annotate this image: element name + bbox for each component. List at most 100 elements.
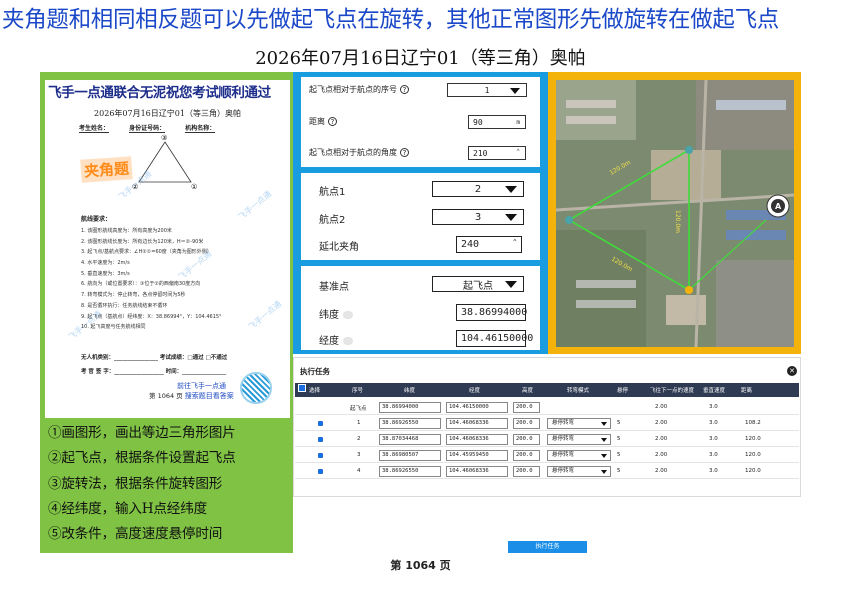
takeoff-angle-label: 起飞点相对于航点的角度?: [309, 147, 409, 158]
paper-subtitle: 2026年07月16日辽宁01（等三角）奥帕: [94, 109, 241, 118]
alt-cell[interactable]: 200.0: [513, 450, 540, 461]
takeoff-angle-input[interactable]: 210 ⌃: [468, 146, 526, 160]
lat-cell[interactable]: 38.86994000: [379, 402, 441, 413]
task-title: 执行任务: [300, 367, 330, 376]
longitude-input[interactable]: 104.46150000: [456, 330, 533, 347]
step-item: ②起飞点，根据条件设置起飞点: [48, 450, 236, 467]
waypoint1-label: 航点1: [319, 187, 346, 198]
step-item: ①画图形，画出等边三角形图片: [48, 425, 236, 441]
requirement-item: 5. 垂直速度为：3m/s: [81, 270, 130, 277]
watermark: 飞手一点通: [246, 299, 284, 332]
waypoint1-select[interactable]: 2: [432, 181, 524, 197]
chevron-down-icon: [505, 214, 517, 221]
document-title: 2026年07月16日辽宁01（等三角）奥帕: [255, 48, 586, 69]
lon-cell[interactable]: 104.45959450: [446, 450, 508, 461]
map-canvas[interactable]: 120.0m 120.0m 120.0m A: [556, 80, 794, 347]
edge-length-label: 120.0m: [674, 210, 681, 233]
row-checkbox[interactable]: [318, 421, 323, 426]
requirement-item: 10. 起飞高度与任务航线相同: [81, 324, 146, 331]
toggle-pill-icon[interactable]: [343, 337, 353, 345]
north-angle-input[interactable]: 240 ⌃: [456, 236, 522, 253]
toggle-pill-icon[interactable]: [343, 311, 353, 319]
close-icon[interactable]: ✕: [787, 366, 797, 376]
chevron-down-icon: [601, 454, 607, 458]
turn-mode-select[interactable]: 悬停转弯: [547, 466, 611, 477]
alt-cell[interactable]: 200.0: [513, 402, 540, 413]
waypoint-marker[interactable]: [565, 216, 573, 224]
help-icon[interactable]: ?: [400, 148, 409, 157]
exam-paper: 飞手一点通联合无泥祝您考试顺利通过 2026年07月16日辽宁01（等三角）奥帕…: [45, 80, 290, 418]
spinner-icon[interactable]: ⌃: [516, 148, 520, 155]
requirement-item: 9. 起飞点（基航点）经纬度：X：38.86994°，Y：104.4615°: [81, 313, 222, 320]
base-point-select[interactable]: 起飞点: [432, 276, 524, 292]
turn-mode-select[interactable]: 悬停转弯: [547, 450, 611, 461]
row-checkbox[interactable]: [318, 469, 323, 474]
help-icon[interactable]: ?: [400, 85, 409, 94]
table-row: 3 38.86980507 104.45959450 200.0 悬停转弯 5 …: [295, 448, 799, 463]
lat-cell[interactable]: 38.86926550: [379, 466, 441, 477]
waypoint-marker[interactable]: [685, 146, 693, 154]
distance-input[interactable]: 90 m: [468, 115, 526, 129]
angle-problem-stamp: 夹角题: [80, 156, 133, 183]
vertex-label-1: ③: [161, 134, 167, 142]
alt-cell[interactable]: 200.0: [513, 466, 540, 477]
qr-code-icon: [240, 372, 272, 404]
requirement-item: 1. 该图形航线高度为：所有高度为200米: [81, 228, 172, 234]
latitude-input[interactable]: 38.86994000: [456, 304, 527, 321]
table-row: 2 38.87034468 104.46068336 200.0 悬停转弯 5 …: [295, 432, 799, 447]
satellite-map[interactable]: 120.0m 120.0m 120.0m A: [556, 80, 794, 347]
step-item: ④经纬度，输入H点经纬度: [48, 500, 207, 517]
turn-mode-select[interactable]: 悬停转弯: [547, 434, 611, 445]
task-dialog: 执行任务 ✕ 选择 序号 纬度 经度 高度 转弯模式 悬停 飞往下一点的速度 垂…: [293, 357, 801, 497]
paper-header: 飞手一点通联合无泥祝您考试顺利通过: [48, 85, 271, 101]
step-item: ⑤改条件，高度速度悬停时间: [48, 526, 223, 543]
select-all-checkbox[interactable]: [298, 384, 306, 392]
requirement-item: 8. 是否循环执行：任务航线结束不循环: [81, 302, 168, 309]
lon-cell[interactable]: 104.46150000: [446, 402, 508, 413]
requirement-item: 4. 水平速度为：2m/s: [81, 260, 130, 267]
step-item: ③旋转法，根据条件旋转图形: [48, 475, 223, 492]
alt-cell[interactable]: 200.0: [513, 418, 540, 429]
page-number: 第 1064 页: [390, 559, 451, 572]
chevron-down-icon: [601, 470, 607, 474]
vertex-label-3: ①: [191, 183, 197, 191]
alt-cell[interactable]: 200.0: [513, 434, 540, 445]
lat-cell[interactable]: 38.87034468: [379, 434, 441, 445]
table-header: 选择 序号 纬度 经度 高度 转弯模式 悬停 飞往下一点的速度 垂直速度 距离: [295, 383, 799, 397]
takeoff-marker[interactable]: [685, 286, 693, 294]
turn-mode-select[interactable]: 悬停转弯: [547, 418, 611, 429]
table-row: 4 38.86926550 104.46068336 200.0 悬停转弯 5 …: [295, 464, 799, 479]
latitude-label: 纬度: [319, 306, 353, 321]
table-row: 起飞点 38.86994000 104.46150000 200.0 2.00 …: [295, 400, 799, 415]
base-point-label: 基准点: [319, 282, 349, 293]
chevron-down-icon: [510, 88, 520, 94]
row-checkbox[interactable]: [318, 453, 323, 458]
chevron-down-icon: [601, 438, 607, 442]
compass-label: A: [775, 202, 782, 211]
lat-cell[interactable]: 38.86926550: [379, 418, 441, 429]
lat-cell[interactable]: 38.86980507: [379, 450, 441, 461]
takeoff-index-select[interactable]: 1: [447, 83, 527, 97]
execute-task-button[interactable]: 执行任务: [508, 541, 587, 553]
banner-text: 夹角题和相同相反题可以先做起飞点在旋转，其他正常图形先做旋转在做起飞点: [2, 7, 780, 33]
requirements-heading: 航线要求：: [81, 216, 112, 223]
sign-line-1: 无人机类别：________________ 考试成绩：□通过 □不通过: [81, 355, 228, 361]
footer-link-2: 搜索题目看答案: [184, 392, 234, 400]
spinner-icon[interactable]: ⌃: [513, 238, 517, 246]
help-icon[interactable]: ?: [328, 117, 337, 126]
watermark: 飞手一点通: [236, 189, 274, 222]
paper-fields: 考生姓名： 身份证号码： 机构名称：: [79, 123, 233, 133]
lon-cell[interactable]: 104.46068336: [446, 434, 508, 445]
rotate-form: 航点1 2 航点2 3 延北夹角 240 ⌃: [301, 173, 540, 260]
chevron-down-icon: [505, 186, 517, 193]
takeoff-index-label: 起飞点相对于航点的序号?: [309, 84, 409, 95]
row-checkbox[interactable]: [318, 437, 323, 442]
waypoint2-select[interactable]: 3: [432, 209, 524, 225]
lon-cell[interactable]: 104.46068336: [446, 466, 508, 477]
lon-cell[interactable]: 104.46068336: [446, 418, 508, 429]
sign-line-2: 考 官 签 字：__________________ 时间：__________…: [81, 369, 227, 375]
requirement-item: 3. 起飞点/基航点要求：∠H②①=60度（夹角为图形外侧）: [81, 249, 212, 256]
table-row: 1 38.86926550 104.46068336 200.0 悬停转弯 5 …: [295, 416, 799, 431]
footer-link-1: 前往飞手一点通: [177, 382, 226, 390]
requirement-item: 6. 航向为（或位置要求）：③位于②的西偏南30度方向: [81, 281, 201, 288]
